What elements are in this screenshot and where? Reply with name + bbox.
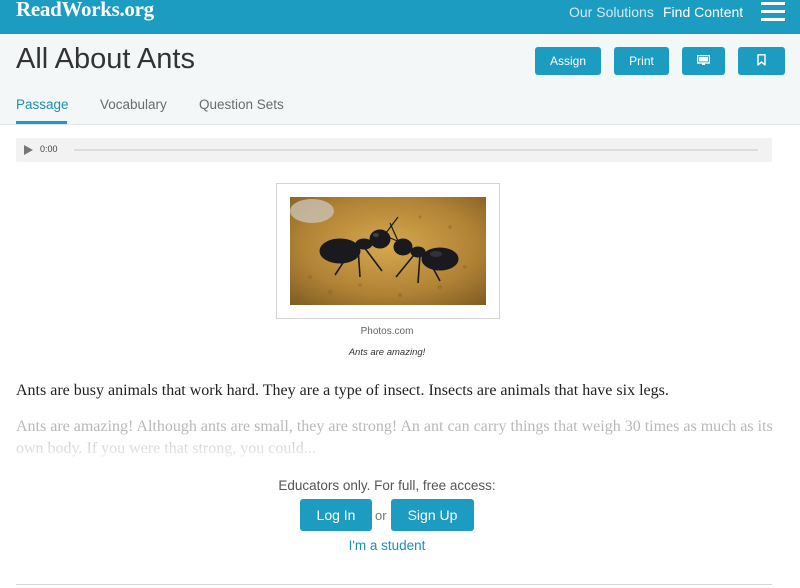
photo-credit: Photos.com xyxy=(360,326,414,337)
monitor-icon xyxy=(696,54,711,65)
audio-progress-track[interactable] xyxy=(74,149,758,151)
passage-paragraph-1: Ants are busy animals that work hard. Th… xyxy=(16,382,669,399)
sign-up-button[interactable]: Sign Up xyxy=(391,499,474,531)
photo-caption: Ants are amazing! xyxy=(348,347,426,358)
passage-header: All About Ants Assign Print Passage Voca… xyxy=(0,34,800,125)
or-separator: or xyxy=(375,508,387,523)
tab-passage[interactable]: Passage xyxy=(16,97,69,112)
access-message: Educators only. For full, free access: xyxy=(278,478,496,493)
bookmark-icon xyxy=(757,54,766,67)
site-logo[interactable]: ReadWorks.org xyxy=(16,0,154,22)
student-link[interactable]: I'm a student xyxy=(0,538,774,553)
passage-figure xyxy=(276,183,500,319)
ants-photo xyxy=(290,197,486,305)
play-icon[interactable] xyxy=(24,145,33,155)
audio-player: 0:00 xyxy=(16,138,772,162)
print-button[interactable]: Print xyxy=(614,47,669,75)
top-navbar: ReadWorks.org Our Solutions Find Content xyxy=(0,0,800,34)
audio-time: 0:00 xyxy=(40,144,58,154)
tab-vocabulary[interactable]: Vocabulary xyxy=(100,97,167,112)
bookmark-button[interactable] xyxy=(738,47,785,75)
log-in-button[interactable]: Log In xyxy=(300,499,372,531)
text-fade-overlay xyxy=(0,432,800,462)
bottom-divider xyxy=(16,584,772,585)
present-button[interactable] xyxy=(682,47,725,75)
nav-link-our-solutions[interactable]: Our Solutions xyxy=(569,4,654,20)
tab-question-sets[interactable]: Question Sets xyxy=(199,97,284,112)
page-title: All About Ants xyxy=(16,43,195,75)
assign-button[interactable]: Assign xyxy=(535,47,601,75)
hamburger-menu-icon[interactable] xyxy=(761,2,785,21)
nav-link-find-content[interactable]: Find Content xyxy=(663,4,743,20)
active-tab-indicator xyxy=(16,121,67,124)
